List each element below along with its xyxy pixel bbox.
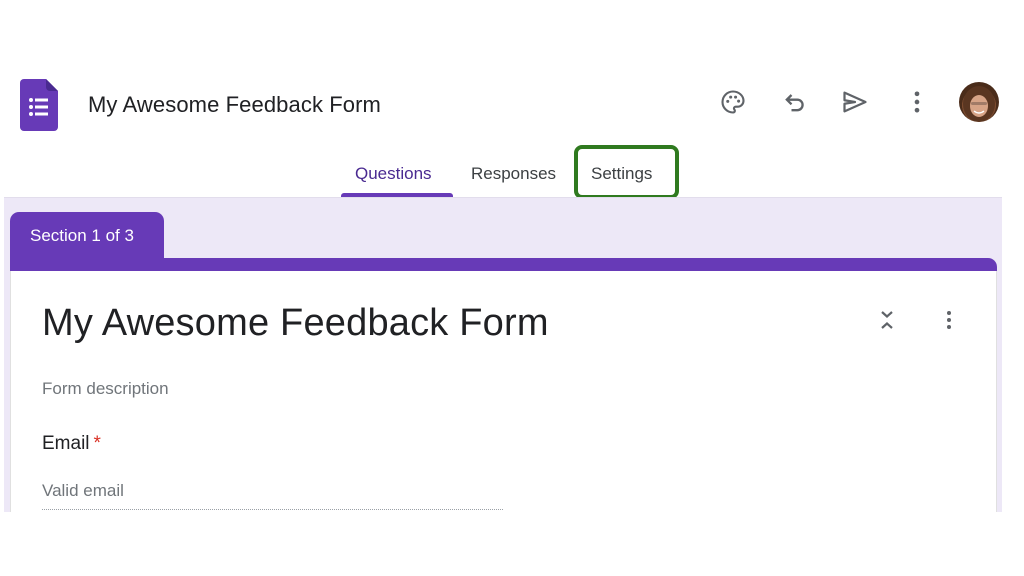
tab-questions[interactable]: Questions [355, 164, 432, 184]
avatar-photo-icon [963, 86, 995, 122]
tab-settings[interactable]: Settings [591, 164, 652, 184]
section-more-options-button[interactable] [935, 306, 963, 334]
send-button[interactable] [839, 86, 871, 118]
palette-icon [721, 90, 745, 114]
tab-responses[interactable]: Responses [471, 164, 556, 184]
undo-button[interactable] [779, 86, 811, 118]
page-bottom-area [0, 512, 1024, 576]
question-title: Email [42, 433, 90, 454]
send-icon [843, 91, 867, 113]
editor-tabs: Questions Responses Settings Total point… [0, 150, 1024, 332]
question-label-email: Email * [42, 433, 101, 455]
more-vert-icon [914, 91, 920, 113]
section-label: Section 1 of 3 [10, 212, 164, 262]
email-field[interactable]: Valid email [42, 480, 503, 510]
customize-theme-button[interactable] [717, 86, 749, 118]
collapse-section-button[interactable] [873, 306, 901, 334]
undo-icon [785, 94, 804, 112]
unfold-less-icon [881, 311, 893, 329]
google-forms-editor: My Awesome Feedback Form Questions Respo… [0, 0, 1024, 576]
section-card-accent-bar [10, 258, 997, 272]
more-vert-icon [947, 311, 951, 329]
user-avatar[interactable] [959, 82, 999, 122]
form-document-title[interactable]: My Awesome Feedback Form [88, 92, 381, 118]
google-forms-icon[interactable] [20, 79, 58, 131]
required-asterisk: * [93, 433, 101, 454]
more-options-button[interactable] [901, 86, 933, 118]
form-title[interactable]: My Awesome Feedback Form [42, 302, 549, 345]
form-description-field[interactable]: Form description [42, 379, 169, 399]
